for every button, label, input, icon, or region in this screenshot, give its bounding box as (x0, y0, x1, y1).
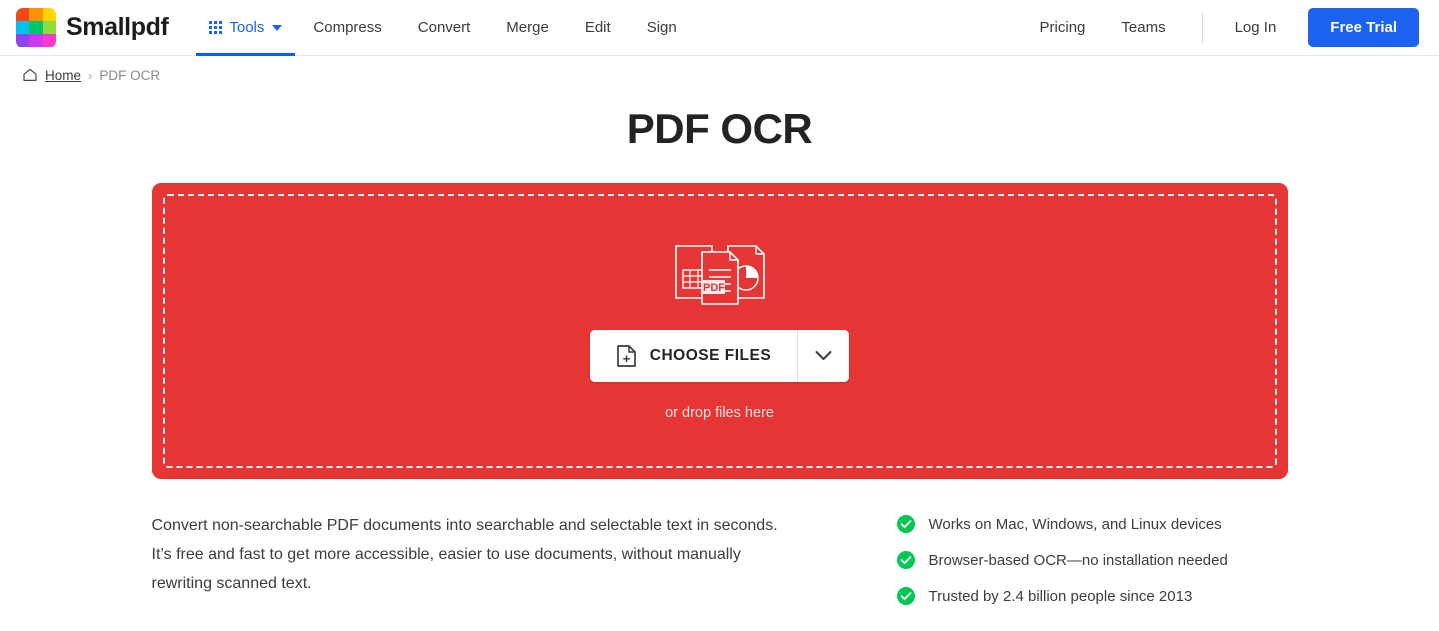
logo-cell-1 (29, 7, 43, 21)
file-add-icon (616, 344, 636, 367)
tab-tools[interactable]: Tools (196, 0, 296, 56)
brand-logo[interactable]: Smallpdf (16, 7, 169, 48)
drop-files-hint: or drop files here (665, 404, 774, 421)
chevron-down-icon (272, 24, 283, 31)
nav-link-edit[interactable]: Edit (567, 0, 629, 56)
logo-cell-0 (16, 7, 30, 21)
feature-label: Works on Mac, Windows, and Linux devices (928, 515, 1222, 533)
page-title: PDF OCR (626, 105, 813, 152)
tool-description: Convert non-searchable PDF documents int… (151, 517, 778, 592)
logo-cell-3 (16, 20, 30, 35)
feature-list: Works on Mac, Windows, and Linux devices… (896, 511, 1228, 605)
header-right-nav: Pricing Teams Log In Free Trial (1022, 0, 1419, 56)
check-circle-icon (896, 587, 915, 605)
header-divider (1201, 12, 1203, 43)
logo-cell-8 (42, 34, 56, 48)
dropzone-wrapper: PDF CHOOSE FILES or drop files here (151, 183, 1288, 479)
nav-link-compress[interactable]: Compress (295, 0, 399, 56)
feature-item: Browser-based OCR—no installation needed (896, 551, 1228, 569)
brand-name: Smallpdf (66, 13, 169, 41)
nav-link-pricing[interactable]: Pricing (1022, 0, 1104, 56)
choose-files-dropdown-button[interactable] (797, 329, 850, 382)
bottom-section: Convert non-searchable PDF documents int… (152, 511, 1288, 605)
grid-apps-icon (209, 21, 223, 34)
documents-stack-icon: PDF (674, 244, 765, 305)
site-header: Smallpdf Tools Compress Convert Merge Ed… (0, 0, 1439, 56)
feature-label: Trusted by 2.4 billion people since 2013 (928, 587, 1193, 605)
pdf-badge-label: PDF (703, 282, 725, 294)
nav-link-convert[interactable]: Convert (400, 0, 489, 56)
logo-cell-4 (29, 20, 43, 35)
logo-cell-7 (29, 34, 43, 48)
primary-nav: Tools Compress Convert Merge Edit Sign (196, 0, 694, 56)
login-link[interactable]: Log In (1217, 0, 1295, 56)
nav-link-sign[interactable]: Sign (629, 0, 695, 56)
breadcrumb: Home › PDF OCR (0, 56, 1439, 83)
nav-link-teams[interactable]: Teams (1103, 0, 1183, 56)
breadcrumb-separator: › (88, 67, 93, 83)
home-icon (23, 68, 37, 81)
logo-cell-2 (42, 7, 56, 21)
choose-files-button[interactable]: CHOOSE FILES (589, 329, 798, 382)
logo-cell-5 (42, 20, 56, 35)
logo-cell-6 (16, 34, 30, 48)
tools-label: Tools (229, 19, 265, 36)
check-circle-icon (896, 515, 915, 533)
chevron-down-icon (815, 351, 832, 360)
feature-item: Works on Mac, Windows, and Linux devices (896, 515, 1228, 533)
free-trial-button[interactable]: Free Trial (1308, 8, 1419, 47)
nav-link-merge[interactable]: Merge (488, 0, 567, 56)
choose-files-group: CHOOSE FILES (589, 329, 850, 382)
file-dropzone[interactable]: PDF CHOOSE FILES or drop files here (151, 183, 1288, 479)
feature-label: Browser-based OCR—no installation needed (928, 551, 1228, 569)
smallpdf-logo-icon (16, 7, 56, 48)
breadcrumb-home-link[interactable]: Home (45, 68, 81, 83)
choose-files-label: CHOOSE FILES (649, 346, 772, 364)
breadcrumb-current: PDF OCR (99, 67, 161, 83)
check-circle-icon (896, 551, 915, 569)
feature-item: Trusted by 2.4 billion people since 2013 (896, 587, 1228, 605)
